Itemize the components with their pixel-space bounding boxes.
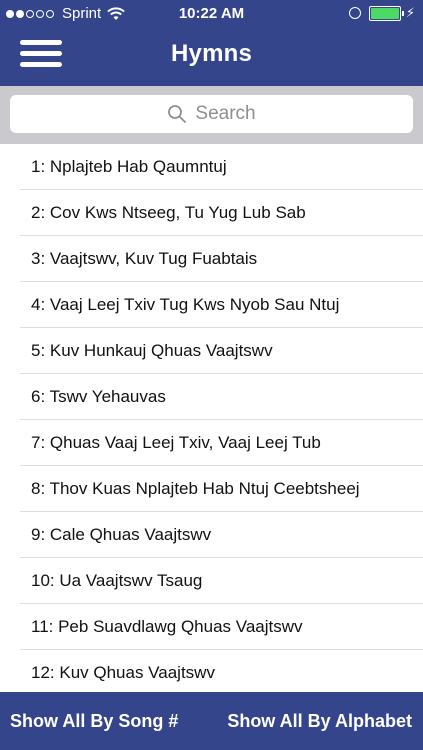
- list-item[interactable]: 10: Ua Vaajtswv Tsaug: [0, 558, 423, 604]
- battery-icon: [368, 5, 404, 21]
- list-item[interactable]: 12: Kuv Qhuas Vaajtswv: [0, 650, 423, 692]
- list-item[interactable]: 9: Cale Qhuas Vaajtswv: [0, 512, 423, 558]
- search-icon: [168, 105, 187, 123]
- status-bar: Sprint 10:22 AM ⚡: [0, 0, 423, 28]
- list-item[interactable]: 7: Qhuas Vaaj Leej Txiv, Vaaj Leej Tub: [0, 420, 423, 466]
- list-item[interactable]: 5: Kuv Hunkauj Qhuas Vaajtswv: [0, 328, 423, 374]
- list-item[interactable]: 4: Vaaj Leej Txiv Tug Kws Nyob Sau Ntuj: [0, 282, 423, 328]
- charging-bolt-icon: ⚡: [405, 5, 415, 20]
- list-item[interactable]: 1: Nplajteb Hab Qaumntuj: [0, 144, 423, 190]
- navigation-header: Sprint 10:22 AM ⚡ Hymns: [0, 0, 423, 86]
- page-title: Hymns: [170, 40, 253, 67]
- list-item[interactable]: 2: Cov Kws Ntseeg, Tu Yug Lub Sab: [0, 190, 423, 236]
- list-item[interactable]: 3: Vaajtswv, Kuv Tug Fuabtais: [0, 236, 423, 282]
- list-item[interactable]: 11: Peb Suavdlawg Qhuas Vaajtswv: [0, 604, 423, 650]
- list-item[interactable]: 6: Tswv Yehauvas: [0, 374, 423, 420]
- show-by-alphabet-button[interactable]: Show All By Alphabet: [227, 711, 412, 732]
- rotation-lock-icon: [348, 7, 361, 19]
- search-placeholder: Search: [195, 103, 256, 124]
- bottom-toolbar: Show All By Song # Show All By Alphabet: [0, 692, 423, 750]
- search-input[interactable]: Search: [10, 95, 413, 133]
- hymn-list: 1: Nplajteb Hab Qaumntuj 2: Cov Kws Ntse…: [0, 144, 423, 692]
- list-item[interactable]: 8: Thov Kuas Nplajteb Hab Ntuj Ceebtshee…: [0, 466, 423, 512]
- status-right-group: ⚡: [348, 5, 415, 21]
- search-bar: Search: [0, 86, 423, 144]
- show-by-number-button[interactable]: Show All By Song #: [10, 711, 178, 732]
